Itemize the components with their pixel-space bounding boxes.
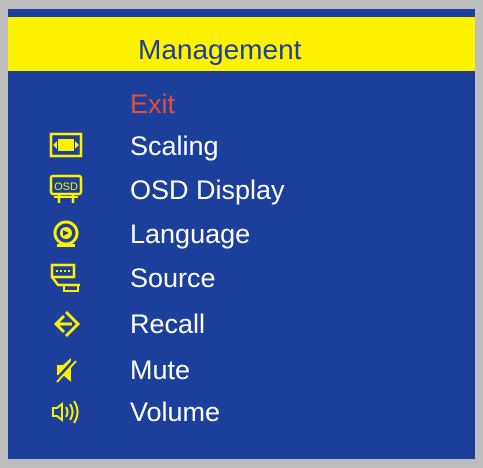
- osd-display-icon: OSD: [48, 173, 84, 207]
- menu-item-label: Scaling: [130, 131, 219, 161]
- scaling-icon: [48, 129, 84, 163]
- osd-menu-panel: Management Exit Scaling OSD OSD Display …: [8, 9, 475, 459]
- menu-title: Management: [138, 34, 302, 65]
- osd-icon-text: OSD: [54, 181, 78, 193]
- menu-item-scaling[interactable]: Scaling: [8, 127, 475, 167]
- menu-item-volume[interactable]: Volume: [8, 393, 475, 433]
- volume-icon: [48, 395, 84, 429]
- menu-item-recall[interactable]: Recall: [8, 305, 475, 345]
- menu-item-osd-display[interactable]: OSD OSD Display: [8, 171, 475, 211]
- menu-title-bar: Management: [8, 17, 475, 71]
- language-icon: [48, 217, 84, 251]
- menu-item-label: Language: [130, 219, 251, 249]
- source-icon: [48, 261, 84, 295]
- menu-item-exit[interactable]: Exit: [8, 85, 475, 125]
- menu-item-label: Source: [130, 263, 216, 293]
- menu-item-mute[interactable]: Mute: [8, 351, 475, 391]
- osd-frame: Management Exit Scaling OSD OSD Display …: [0, 0, 483, 468]
- menu-item-label: Exit: [130, 89, 176, 119]
- menu-item-label: OSD Display: [130, 175, 285, 205]
- menu-item-language[interactable]: Language: [8, 215, 475, 255]
- recall-icon: [48, 307, 84, 341]
- menu-item-label: Volume: [130, 397, 221, 427]
- menu-item-label: Mute: [130, 355, 191, 385]
- menu-item-label: Recall: [130, 309, 206, 339]
- mute-icon: [48, 353, 84, 387]
- menu-item-source[interactable]: Source: [8, 259, 475, 299]
